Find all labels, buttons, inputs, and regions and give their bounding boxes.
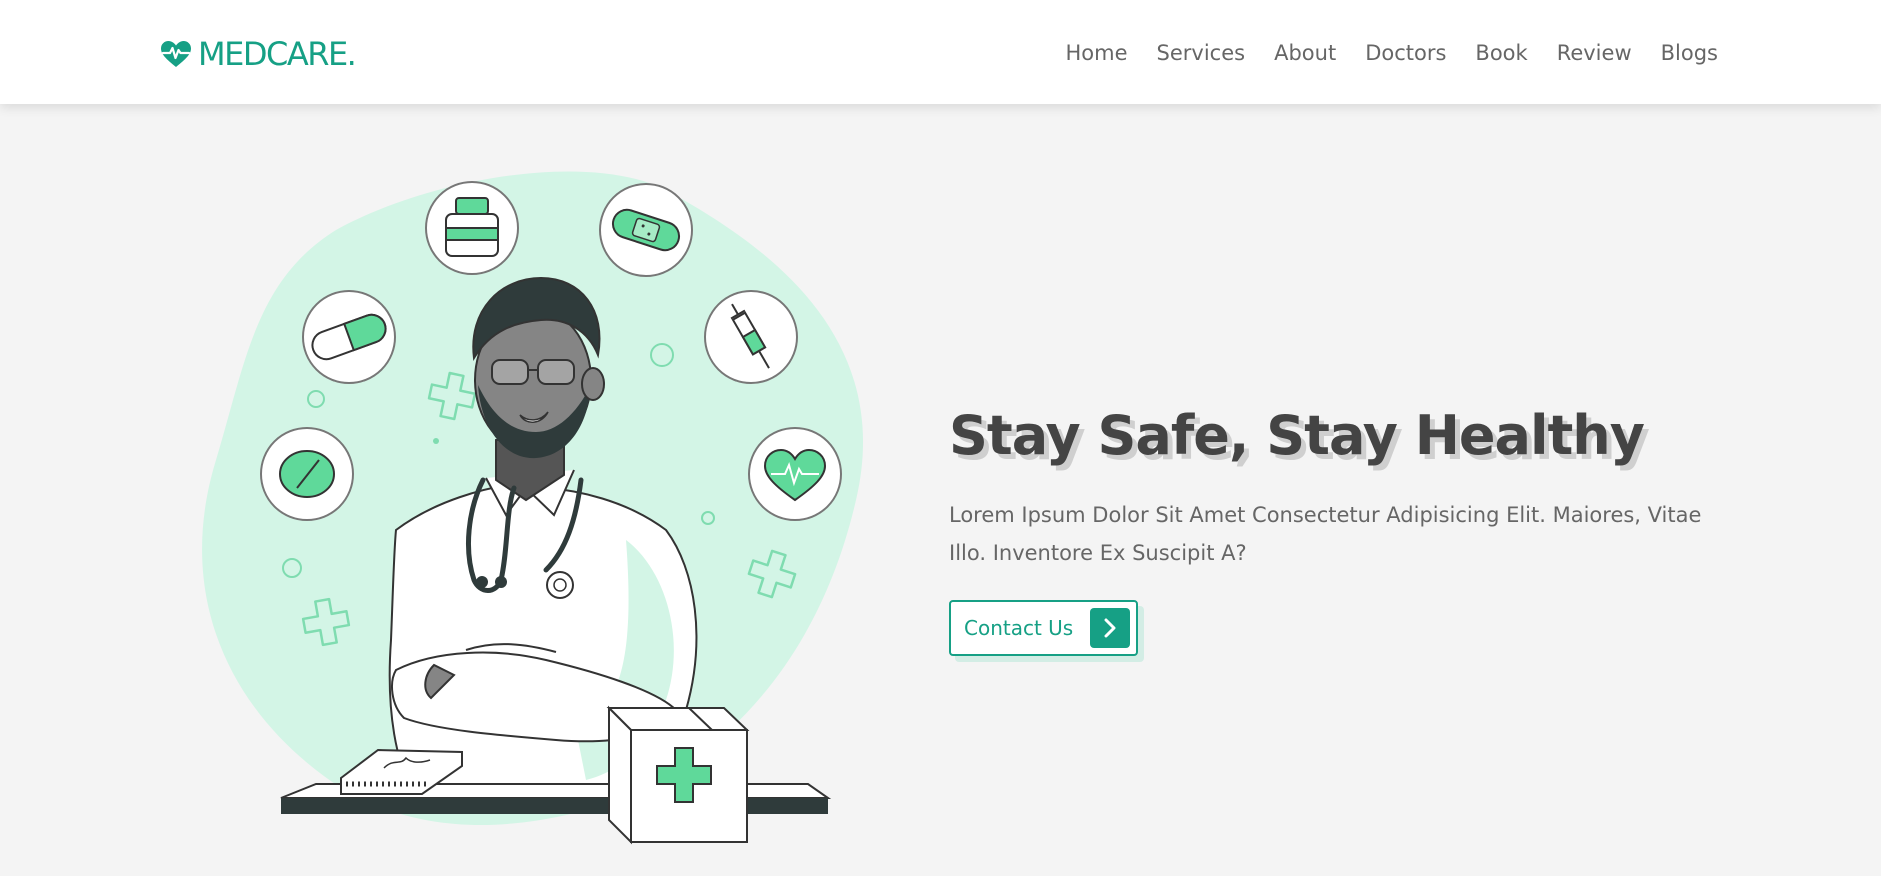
brand-name: MEDCARE. [198, 35, 357, 73]
nav-link-about[interactable]: About [1274, 40, 1336, 66]
syringe-icon [704, 290, 798, 384]
decor-circle [433, 438, 439, 444]
heartbeat-icon [161, 41, 191, 67]
doctor-ear [581, 367, 605, 401]
site-header: MEDCARE. Home Services About Doctors Boo… [0, 0, 1881, 104]
first-aid-box-icon [606, 705, 750, 845]
doctor-illustration [202, 171, 864, 845]
nav-link-review[interactable]: Review [1557, 40, 1632, 66]
heart-icon [748, 427, 842, 521]
nav-link-services[interactable]: Services [1157, 40, 1246, 66]
chevron-right-icon [1090, 608, 1130, 648]
glasses-left [491, 359, 529, 385]
pill-icon [260, 427, 354, 521]
nav-link-doctors[interactable]: Doctors [1365, 40, 1446, 66]
nav-link-blogs[interactable]: Blogs [1661, 40, 1718, 66]
bandage-icon [599, 183, 693, 277]
hero-content: Stay Safe, Stay Healthy Lorem Ipsum Dolo… [949, 398, 1709, 572]
capsule-icon [302, 290, 396, 384]
glasses-right [537, 359, 575, 385]
hero-title: Stay Safe, Stay Healthy [949, 404, 1645, 467]
brand-logo[interactable]: MEDCARE. [160, 35, 357, 73]
stethoscope-chest [546, 571, 574, 599]
contact-us-button[interactable]: Contact Us [949, 600, 1138, 656]
nav-link-book[interactable]: Book [1475, 40, 1527, 66]
hero-description: Lorem Ipsum Dolor Sit Amet Consectetur A… [949, 503, 1702, 565]
medicine-bottle-icon [425, 181, 519, 275]
main-nav: Home Services About Doctors Book Review … [1066, 40, 1718, 66]
contact-us-label: Contact Us [964, 616, 1074, 640]
nav-link-home[interactable]: Home [1066, 40, 1128, 66]
